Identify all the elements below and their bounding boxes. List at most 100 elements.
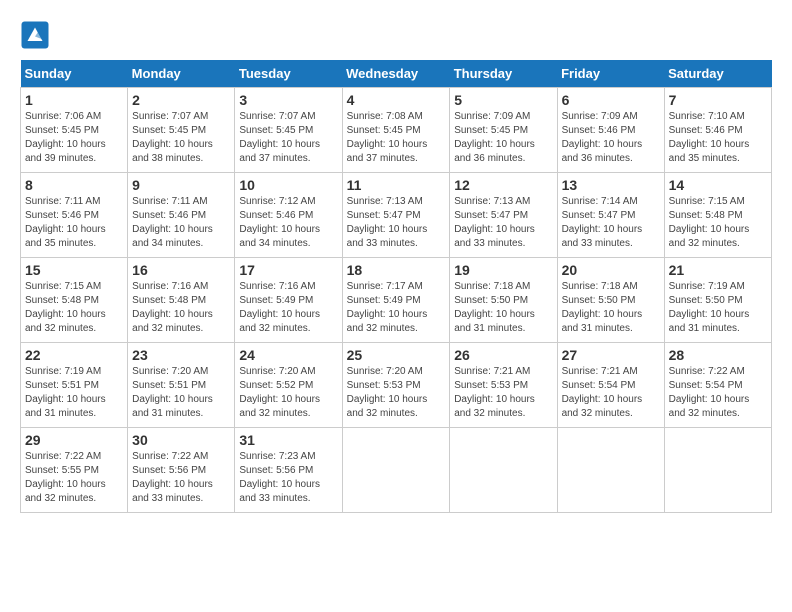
day-number: 7: [669, 92, 767, 108]
day-number: 6: [562, 92, 660, 108]
day-number: 5: [454, 92, 552, 108]
calendar-cell: 29 Sunrise: 7:22 AMSunset: 5:55 PMDayligh…: [21, 428, 128, 513]
calendar-cell: 31 Sunrise: 7:23 AMSunset: 5:56 PMDayligh…: [235, 428, 342, 513]
day-number: 18: [347, 262, 446, 278]
day-number: 30: [132, 432, 230, 448]
calendar-cell: 9 Sunrise: 7:11 AMSunset: 5:46 PMDaylight…: [128, 173, 235, 258]
day-number: 26: [454, 347, 552, 363]
calendar-cell: 26 Sunrise: 7:21 AMSunset: 5:53 PMDayligh…: [450, 343, 557, 428]
calendar-cell: 23 Sunrise: 7:20 AMSunset: 5:51 PMDayligh…: [128, 343, 235, 428]
day-info: Sunrise: 7:11 AMSunset: 5:46 PMDaylight:…: [25, 195, 123, 251]
day-info: Sunrise: 7:06 AMSunset: 5:45 PMDaylight:…: [25, 110, 123, 166]
week-row-2: 8Sunrise: 7:11 AMSunset: 5:46 PMDaylight…: [21, 173, 772, 258]
calendar-header-row: SundayMondayTuesdayWednesdayThursdayFrid…: [21, 60, 772, 88]
day-number: 13: [562, 177, 660, 193]
calendar-cell: 2Sunrise: 7:07 AMSunset: 5:45 PMDaylight…: [128, 88, 235, 173]
calendar-cell: 20Sunrise: 7:18 AMSunset: 5:50 PMDayligh…: [557, 258, 664, 343]
calendar-cell: 3 Sunrise: 7:07 AMSunset: 5:45 PMDaylight…: [235, 88, 342, 173]
day-number: 23: [132, 347, 230, 363]
header-friday: Friday: [557, 60, 664, 88]
day-info: Sunrise: 7:22 AMSunset: 5:55 PMDaylight:…: [25, 450, 123, 506]
calendar-cell: [450, 428, 557, 513]
header-thursday: Thursday: [450, 60, 557, 88]
day-info: Sunrise: 7:15 AMSunset: 5:48 PMDaylight:…: [669, 195, 767, 251]
day-info: Sunrise: 7:23 AMSunset: 5:56 PMDaylight:…: [239, 450, 337, 506]
day-number: 25: [347, 347, 446, 363]
day-info: Sunrise: 7:14 AMSunset: 5:47 PMDaylight:…: [562, 195, 660, 251]
day-number: 19: [454, 262, 552, 278]
day-info: Sunrise: 7:19 AMSunset: 5:51 PMDaylight:…: [25, 365, 123, 421]
calendar-cell: 19 Sunrise: 7:18 AMSunset: 5:50 PMDayligh…: [450, 258, 557, 343]
calendar-cell: 12 Sunrise: 7:13 AMSunset: 5:47 PMDayligh…: [450, 173, 557, 258]
header-monday: Monday: [128, 60, 235, 88]
week-row-1: 1 Sunrise: 7:06 AMSunset: 5:45 PMDaylight…: [21, 88, 772, 173]
calendar-table: SundayMondayTuesdayWednesdayThursdayFrid…: [20, 60, 772, 513]
calendar-cell: 13 Sunrise: 7:14 AMSunset: 5:47 PMDayligh…: [557, 173, 664, 258]
calendar-cell: 8Sunrise: 7:11 AMSunset: 5:46 PMDaylight…: [21, 173, 128, 258]
day-number: 31: [239, 432, 337, 448]
page-header: [20, 20, 772, 50]
day-number: 20: [562, 262, 660, 278]
calendar-cell: 10 Sunrise: 7:12 AMSunset: 5:46 PMDayligh…: [235, 173, 342, 258]
day-info: Sunrise: 7:08 AMSunset: 5:45 PMDaylight:…: [347, 110, 446, 166]
header-sunday: Sunday: [21, 60, 128, 88]
calendar-cell: 11 Sunrise: 7:13 AMSunset: 5:47 PMDayligh…: [342, 173, 450, 258]
calendar-cell: 25Sunrise: 7:20 AMSunset: 5:53 PMDayligh…: [342, 343, 450, 428]
calendar-cell: 7 Sunrise: 7:10 AMSunset: 5:46 PMDaylight…: [664, 88, 771, 173]
day-number: 3: [239, 92, 337, 108]
day-info: Sunrise: 7:18 AMSunset: 5:50 PMDaylight:…: [454, 280, 552, 336]
day-info: Sunrise: 7:16 AMSunset: 5:48 PMDaylight:…: [132, 280, 230, 336]
day-info: Sunrise: 7:13 AMSunset: 5:47 PMDaylight:…: [454, 195, 552, 251]
calendar-cell: 1 Sunrise: 7:06 AMSunset: 5:45 PMDaylight…: [21, 88, 128, 173]
day-number: 21: [669, 262, 767, 278]
header-saturday: Saturday: [664, 60, 771, 88]
day-number: 1: [25, 92, 123, 108]
day-number: 10: [239, 177, 337, 193]
logo-icon: [20, 20, 50, 50]
day-info: Sunrise: 7:21 AMSunset: 5:53 PMDaylight:…: [454, 365, 552, 421]
day-info: Sunrise: 7:22 AMSunset: 5:54 PMDaylight:…: [669, 365, 767, 421]
day-info: Sunrise: 7:09 AMSunset: 5:46 PMDaylight:…: [562, 110, 660, 166]
day-number: 24: [239, 347, 337, 363]
logo: [20, 20, 54, 50]
day-number: 27: [562, 347, 660, 363]
calendar-cell: [664, 428, 771, 513]
week-row-4: 22 Sunrise: 7:19 AMSunset: 5:51 PMDayligh…: [21, 343, 772, 428]
calendar-cell: 22 Sunrise: 7:19 AMSunset: 5:51 PMDayligh…: [21, 343, 128, 428]
day-number: 14: [669, 177, 767, 193]
week-row-3: 15 Sunrise: 7:15 AMSunset: 5:48 PMDayligh…: [21, 258, 772, 343]
calendar-cell: 6 Sunrise: 7:09 AMSunset: 5:46 PMDaylight…: [557, 88, 664, 173]
header-tuesday: Tuesday: [235, 60, 342, 88]
calendar-cell: 14 Sunrise: 7:15 AMSunset: 5:48 PMDayligh…: [664, 173, 771, 258]
day-info: Sunrise: 7:12 AMSunset: 5:46 PMDaylight:…: [239, 195, 337, 251]
day-info: Sunrise: 7:10 AMSunset: 5:46 PMDaylight:…: [669, 110, 767, 166]
day-info: Sunrise: 7:21 AMSunset: 5:54 PMDaylight:…: [562, 365, 660, 421]
calendar-cell: [557, 428, 664, 513]
calendar-cell: 24 Sunrise: 7:20 AMSunset: 5:52 PMDayligh…: [235, 343, 342, 428]
day-number: 2: [132, 92, 230, 108]
calendar-cell: 21 Sunrise: 7:19 AMSunset: 5:50 PMDayligh…: [664, 258, 771, 343]
day-number: 9: [132, 177, 230, 193]
day-info: Sunrise: 7:20 AMSunset: 5:51 PMDaylight:…: [132, 365, 230, 421]
calendar-cell: 16Sunrise: 7:16 AMSunset: 5:48 PMDayligh…: [128, 258, 235, 343]
day-number: 28: [669, 347, 767, 363]
day-info: Sunrise: 7:15 AMSunset: 5:48 PMDaylight:…: [25, 280, 123, 336]
header-wednesday: Wednesday: [342, 60, 450, 88]
day-info: Sunrise: 7:07 AMSunset: 5:45 PMDaylight:…: [239, 110, 337, 166]
day-number: 22: [25, 347, 123, 363]
calendar-cell: 17Sunrise: 7:16 AMSunset: 5:49 PMDayligh…: [235, 258, 342, 343]
calendar-cell: 28 Sunrise: 7:22 AMSunset: 5:54 PMDayligh…: [664, 343, 771, 428]
calendar-cell: 18Sunrise: 7:17 AMSunset: 5:49 PMDayligh…: [342, 258, 450, 343]
day-number: 29: [25, 432, 123, 448]
day-number: 11: [347, 177, 446, 193]
day-info: Sunrise: 7:20 AMSunset: 5:52 PMDaylight:…: [239, 365, 337, 421]
day-info: Sunrise: 7:11 AMSunset: 5:46 PMDaylight:…: [132, 195, 230, 251]
day-number: 15: [25, 262, 123, 278]
day-number: 4: [347, 92, 446, 108]
calendar-cell: 5Sunrise: 7:09 AMSunset: 5:45 PMDaylight…: [450, 88, 557, 173]
day-number: 12: [454, 177, 552, 193]
day-info: Sunrise: 7:19 AMSunset: 5:50 PMDaylight:…: [669, 280, 767, 336]
week-row-5: 29 Sunrise: 7:22 AMSunset: 5:55 PMDayligh…: [21, 428, 772, 513]
day-info: Sunrise: 7:13 AMSunset: 5:47 PMDaylight:…: [347, 195, 446, 251]
day-number: 17: [239, 262, 337, 278]
